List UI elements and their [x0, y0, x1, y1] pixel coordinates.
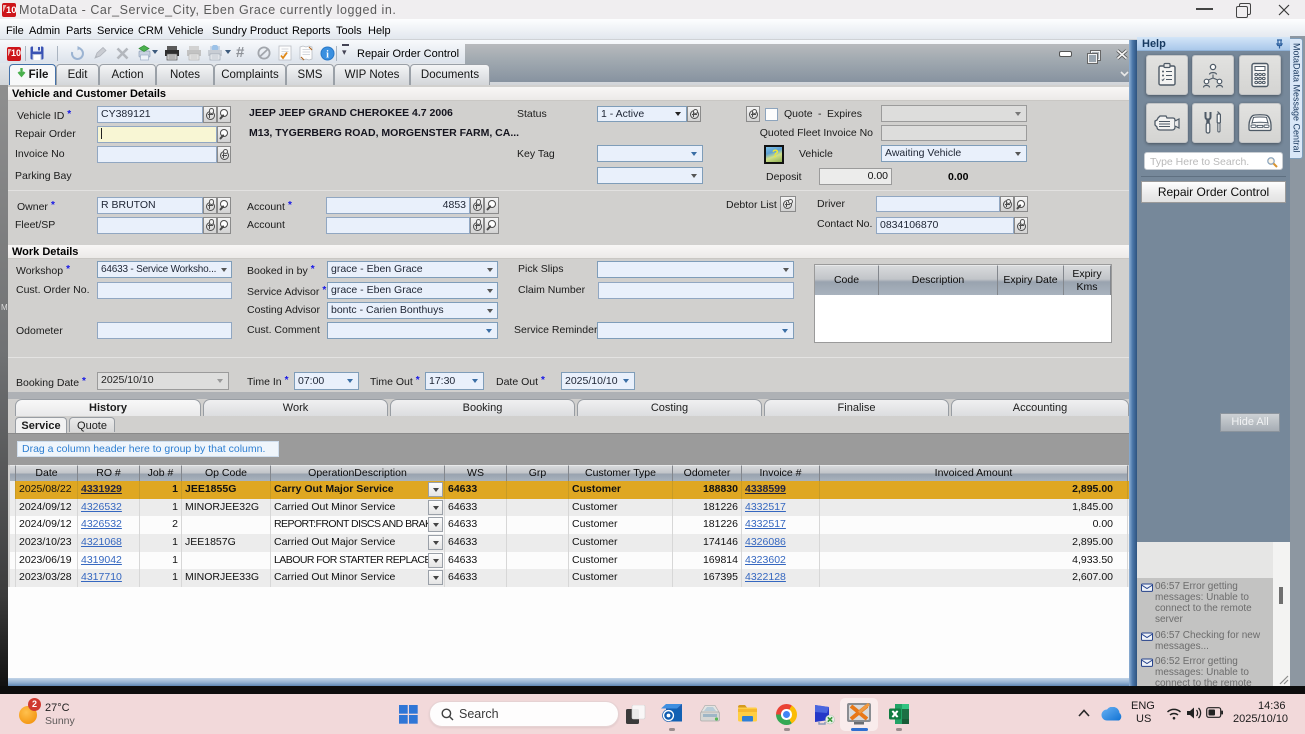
svg-text:i: i [326, 50, 329, 61]
